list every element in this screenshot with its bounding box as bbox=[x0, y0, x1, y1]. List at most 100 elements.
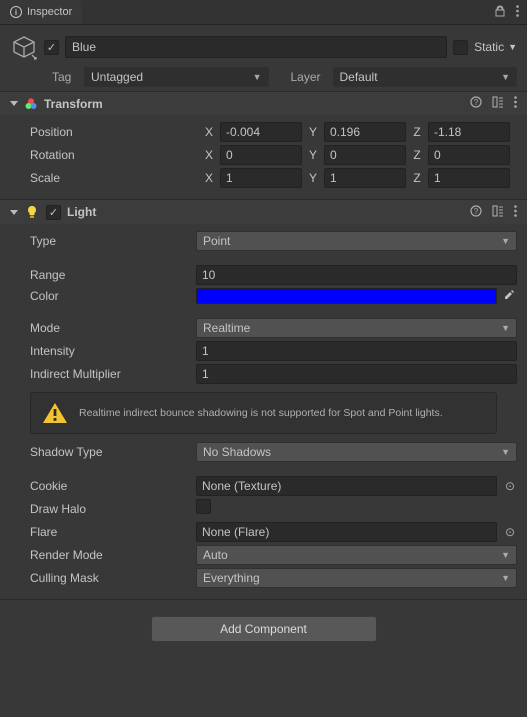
scale-y-input[interactable] bbox=[324, 168, 406, 188]
light-header[interactable]: ✓ Light ? bbox=[0, 200, 527, 224]
help-icon[interactable]: ? bbox=[470, 96, 482, 111]
shadow-label: Shadow Type bbox=[10, 445, 196, 459]
type-value: Point bbox=[203, 234, 230, 248]
intensity-input[interactable] bbox=[196, 341, 517, 361]
add-component-button[interactable]: Add Component bbox=[151, 616, 377, 642]
axis-z-label: Z bbox=[410, 125, 424, 139]
color-field[interactable] bbox=[196, 288, 497, 304]
rotation-label: Rotation bbox=[10, 148, 198, 162]
chevron-down-icon: ▼ bbox=[501, 72, 510, 82]
eyedropper-icon[interactable] bbox=[503, 289, 517, 304]
transform-component: Transform ? Position X Y Z Rotation X bbox=[0, 91, 527, 199]
info-icon: i bbox=[10, 6, 22, 18]
intensity-label: Intensity bbox=[10, 344, 196, 358]
static-label-group: Static ▼ bbox=[474, 40, 517, 54]
rotation-x-input[interactable] bbox=[220, 145, 302, 165]
range-input[interactable] bbox=[196, 265, 517, 285]
transform-title: Transform bbox=[44, 97, 464, 111]
static-label: Static bbox=[474, 40, 504, 54]
tab-bar: i Inspector bbox=[0, 0, 527, 24]
context-menu-icon[interactable] bbox=[514, 205, 517, 220]
help-icon[interactable]: ? bbox=[470, 205, 482, 220]
inspector-body: ✓ Static ▼ Tag Untagged ▼ Layer Default … bbox=[0, 24, 527, 717]
position-y-input[interactable] bbox=[324, 122, 406, 142]
cookie-label: Cookie bbox=[10, 479, 196, 493]
svg-text:?: ? bbox=[474, 207, 479, 216]
scale-label: Scale bbox=[10, 171, 198, 185]
cube-icon[interactable] bbox=[10, 33, 38, 61]
context-menu-icon[interactable] bbox=[514, 96, 517, 111]
tag-dropdown[interactable]: Untagged ▼ bbox=[84, 67, 269, 87]
flare-label: Flare bbox=[10, 525, 196, 539]
shadow-value: No Shadows bbox=[203, 445, 271, 459]
rotation-z-input[interactable] bbox=[428, 145, 510, 165]
tag-value: Untagged bbox=[91, 70, 143, 84]
range-label: Range bbox=[10, 268, 196, 282]
culling-value: Everything bbox=[203, 571, 260, 585]
foldout-icon[interactable] bbox=[10, 101, 18, 106]
axis-x-label: X bbox=[202, 125, 216, 139]
gameobject-header: ✓ Static ▼ Tag Untagged ▼ Layer Default … bbox=[0, 25, 527, 91]
svg-text:?: ? bbox=[474, 98, 479, 107]
render-mode-value: Auto bbox=[203, 548, 228, 562]
indirect-input[interactable] bbox=[196, 364, 517, 384]
render-mode-label: Render Mode bbox=[10, 548, 196, 562]
halo-checkbox[interactable] bbox=[196, 499, 211, 514]
position-row: Position X Y Z bbox=[10, 122, 517, 142]
render-mode-dropdown[interactable]: Auto ▼ bbox=[196, 545, 517, 565]
context-menu-icon[interactable] bbox=[516, 5, 519, 20]
chevron-down-icon[interactable]: ▼ bbox=[508, 42, 517, 52]
scale-row: Scale X Y Z bbox=[10, 168, 517, 188]
flare-field[interactable] bbox=[196, 522, 497, 542]
color-label: Color bbox=[10, 289, 196, 303]
chevron-down-icon: ▼ bbox=[501, 573, 510, 583]
tag-label: Tag bbox=[52, 70, 78, 84]
add-component-area: Add Component bbox=[0, 600, 527, 658]
rotation-row: Rotation X Y Z bbox=[10, 145, 517, 165]
chevron-down-icon: ▼ bbox=[501, 323, 510, 333]
cookie-field[interactable] bbox=[196, 476, 497, 496]
object-picker-icon[interactable]: ⊙ bbox=[503, 525, 517, 539]
object-picker-icon[interactable]: ⊙ bbox=[503, 479, 517, 493]
warning-icon bbox=[41, 401, 69, 425]
active-checkbox[interactable]: ✓ bbox=[44, 40, 59, 55]
layer-value: Default bbox=[340, 70, 378, 84]
warning-box: Realtime indirect bounce shadowing is no… bbox=[30, 392, 497, 434]
indirect-label: Indirect Multiplier bbox=[10, 367, 196, 381]
light-component: ✓ Light ? Type Point ▼ Range Co bbox=[0, 199, 527, 599]
mode-value: Realtime bbox=[203, 321, 250, 335]
position-label: Position bbox=[10, 125, 198, 139]
type-dropdown[interactable]: Point ▼ bbox=[196, 231, 517, 251]
layer-dropdown[interactable]: Default ▼ bbox=[333, 67, 518, 87]
gameobject-name-input[interactable] bbox=[65, 36, 447, 58]
chevron-down-icon: ▼ bbox=[253, 72, 262, 82]
chevron-down-icon: ▼ bbox=[501, 550, 510, 560]
lightbulb-icon bbox=[24, 204, 40, 220]
inspector-tab[interactable]: i Inspector bbox=[0, 0, 82, 24]
foldout-icon[interactable] bbox=[10, 210, 18, 215]
chevron-down-icon: ▼ bbox=[501, 447, 510, 457]
warning-text: Realtime indirect bounce shadowing is no… bbox=[79, 406, 443, 420]
transform-icon bbox=[24, 97, 38, 111]
transform-header[interactable]: Transform ? bbox=[0, 92, 527, 115]
chevron-down-icon: ▼ bbox=[501, 236, 510, 246]
preset-icon[interactable] bbox=[492, 96, 504, 111]
mode-dropdown[interactable]: Realtime ▼ bbox=[196, 318, 517, 338]
lock-icon[interactable] bbox=[494, 5, 506, 20]
shadow-dropdown[interactable]: No Shadows ▼ bbox=[196, 442, 517, 462]
light-enabled-checkbox[interactable]: ✓ bbox=[46, 205, 61, 220]
culling-dropdown[interactable]: Everything ▼ bbox=[196, 568, 517, 588]
mode-label: Mode bbox=[10, 321, 196, 335]
position-x-input[interactable] bbox=[220, 122, 302, 142]
position-z-input[interactable] bbox=[428, 122, 510, 142]
halo-label: Draw Halo bbox=[10, 502, 196, 516]
static-checkbox[interactable] bbox=[453, 40, 468, 55]
preset-icon[interactable] bbox=[492, 205, 504, 220]
tab-title: Inspector bbox=[27, 6, 72, 18]
layer-label: Layer bbox=[291, 70, 327, 84]
light-title: Light bbox=[67, 205, 464, 219]
scale-x-input[interactable] bbox=[220, 168, 302, 188]
rotation-y-input[interactable] bbox=[324, 145, 406, 165]
axis-y-label: Y bbox=[306, 125, 320, 139]
scale-z-input[interactable] bbox=[428, 168, 510, 188]
